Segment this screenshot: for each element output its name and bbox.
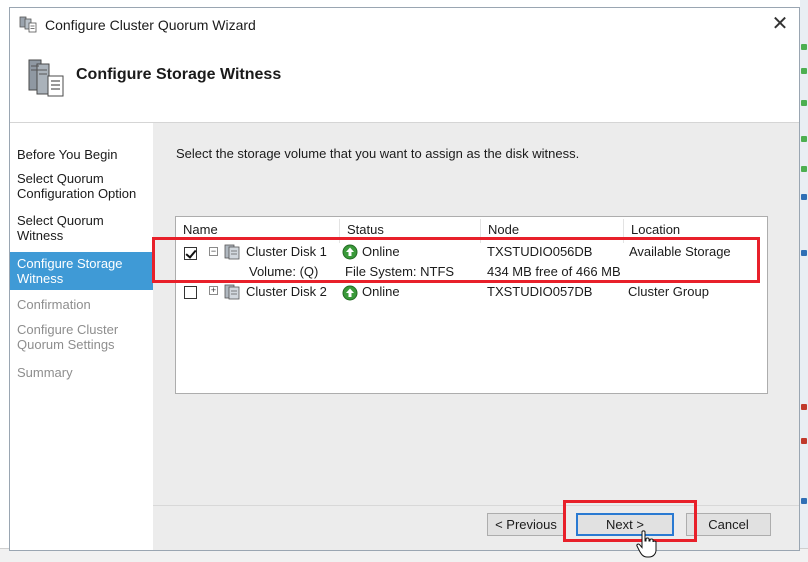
nav-item-select-quorum-configuration[interactable]: Select Quorum Configuration Option [10, 171, 153, 201]
volume-file-system: File System: NTFS [345, 264, 455, 279]
disk-name: Cluster Disk 2 [246, 284, 327, 299]
instruction-text: Select the storage volume that you want … [176, 146, 580, 161]
page-title: Configure Storage Witness [76, 66, 282, 83]
disk-node: TXSTUDIO057DB [487, 284, 593, 299]
column-header-name[interactable]: Name [176, 219, 340, 243]
disk-name: Cluster Disk 1 [246, 244, 327, 259]
column-header-node[interactable]: Node [481, 219, 624, 243]
title-bar: Configure Cluster Quorum Wizard ✕ [10, 8, 799, 42]
previous-button[interactable]: < Previous [487, 513, 565, 536]
background-app-strip [800, 0, 808, 561]
close-icon[interactable]: ✕ [769, 13, 791, 35]
disk-status: Online [362, 284, 400, 299]
wizard-window: Configure Cluster Quorum Wizard ✕ Config… [9, 7, 800, 551]
wizard-header: Configure Storage Witness [10, 42, 799, 122]
wizard-steps-nav: Before You Begin Select Quorum Configura… [10, 123, 153, 550]
column-header-location[interactable]: Location [624, 219, 767, 243]
disk-node: TXSTUDIO056DB [487, 244, 593, 259]
online-status-icon [342, 285, 358, 301]
disk-location: Available Storage [629, 244, 731, 259]
nav-item-confirmation: Confirmation [17, 297, 91, 312]
disk-location: Cluster Group [628, 284, 709, 299]
next-button[interactable]: Next > [576, 513, 674, 536]
nav-item-before-you-begin[interactable]: Before You Begin [10, 147, 153, 162]
column-header-status[interactable]: Status [340, 219, 481, 243]
storage-witness-icon [28, 59, 64, 97]
row-checkbox[interactable] [184, 286, 197, 299]
volume-name: Volume: (Q) [249, 264, 319, 279]
window-title: Configure Cluster Quorum Wizard [45, 17, 256, 33]
nav-item-summary: Summary [17, 365, 73, 380]
nav-item-configure-cluster-quorum-settings: Configure Cluster Quorum Settings [17, 322, 119, 352]
collapse-toggle[interactable]: − [209, 247, 218, 256]
disk-icon [224, 244, 240, 260]
online-status-icon [342, 244, 358, 260]
expand-toggle[interactable]: + [209, 286, 218, 295]
cancel-button[interactable]: Cancel [686, 513, 771, 536]
wizard-content: Select the storage volume that you want … [153, 123, 799, 550]
disk-status: Online [362, 244, 400, 259]
cluster-app-icon [19, 16, 37, 33]
row-checkbox[interactable] [184, 247, 197, 260]
disk-icon [224, 284, 240, 300]
footer-divider [153, 505, 799, 506]
volume-free-space: 434 MB free of 466 MB [487, 264, 621, 279]
nav-item-select-quorum-witness[interactable]: Select Quorum Witness [10, 213, 153, 243]
nav-item-configure-storage-witness[interactable]: Configure Storage Witness [10, 252, 153, 290]
storage-volume-list[interactable]: Name Status Node Location − Cluster Disk… [175, 216, 768, 394]
